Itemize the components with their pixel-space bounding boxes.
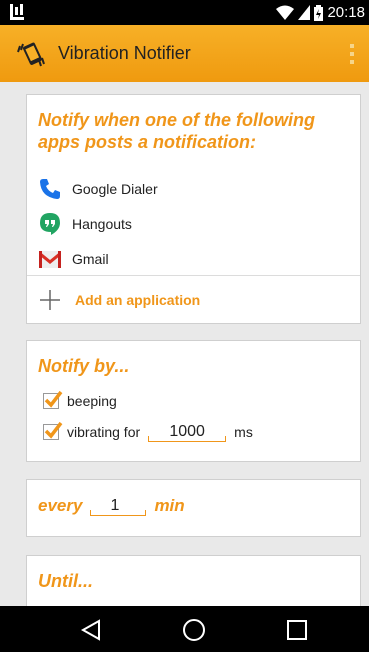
notify-by-title: Notify by...: [38, 356, 130, 376]
phone-icon: [40, 179, 60, 199]
checkmark-icon: [44, 421, 63, 439]
app-name: Google Dialer: [72, 181, 158, 197]
app-bar: Vibration Notifier: [0, 25, 369, 82]
app-name: Hangouts: [72, 216, 132, 232]
hangouts-icon: [40, 213, 60, 235]
interval-unit: min: [154, 496, 185, 515]
app-title: Vibration Notifier: [58, 43, 191, 63]
vibrating-unit: ms: [234, 424, 253, 440]
apps-card: Notify when one of the following apps po…: [26, 94, 361, 324]
signal-icon: [298, 5, 311, 20]
app-name: Gmail: [72, 251, 109, 267]
plus-icon: [40, 290, 60, 310]
divider: [27, 275, 360, 276]
settings-content[interactable]: Notify when one of the following apps po…: [0, 82, 369, 606]
interval-card: every 1 min: [26, 479, 361, 537]
battery-icon: [314, 4, 324, 21]
apps-section-title: Notify when one of the following apps po…: [38, 110, 315, 152]
clock: 20:18: [327, 4, 365, 21]
until-card: Until...: [26, 555, 361, 606]
vibrating-checkbox[interactable]: [43, 421, 63, 440]
home-icon[interactable]: [182, 618, 206, 642]
add-application-label: Add an application: [75, 292, 201, 308]
back-icon[interactable]: [79, 618, 103, 642]
beeping-checkbox[interactable]: [43, 390, 63, 409]
navigation-bar: [0, 606, 369, 652]
recents-icon[interactable]: [285, 618, 309, 642]
vibrating-label: vibrating for: [67, 424, 141, 440]
until-title: Until...: [38, 571, 93, 591]
app-item-hangouts[interactable]: Hangouts: [38, 210, 132, 238]
app-item-google-dialer[interactable]: Google Dialer: [38, 175, 158, 203]
interval-prefix: every: [38, 496, 83, 515]
beeping-label: beeping: [67, 393, 117, 409]
interval-row: every 1 min: [38, 496, 185, 516]
wifi-icon: [276, 5, 295, 20]
add-application-button[interactable]: Add an application: [39, 287, 200, 313]
status-bar: 20:18: [0, 0, 369, 25]
app-notification-icon: [10, 4, 24, 20]
vibrating-option[interactable]: vibrating for 1000 ms: [43, 420, 253, 444]
vibrating-duration-input[interactable]: 1000: [148, 423, 227, 442]
overflow-menu-icon[interactable]: [349, 44, 355, 64]
gmail-icon: [39, 251, 61, 268]
checkmark-icon: [44, 390, 63, 408]
beeping-option[interactable]: beeping: [43, 389, 117, 413]
notify-by-card: Notify by... beeping vibrating for 1000 …: [26, 340, 361, 462]
interval-input[interactable]: 1: [90, 497, 147, 516]
app-item-gmail[interactable]: Gmail: [38, 245, 109, 273]
vibrating-phone-icon: [17, 42, 45, 66]
